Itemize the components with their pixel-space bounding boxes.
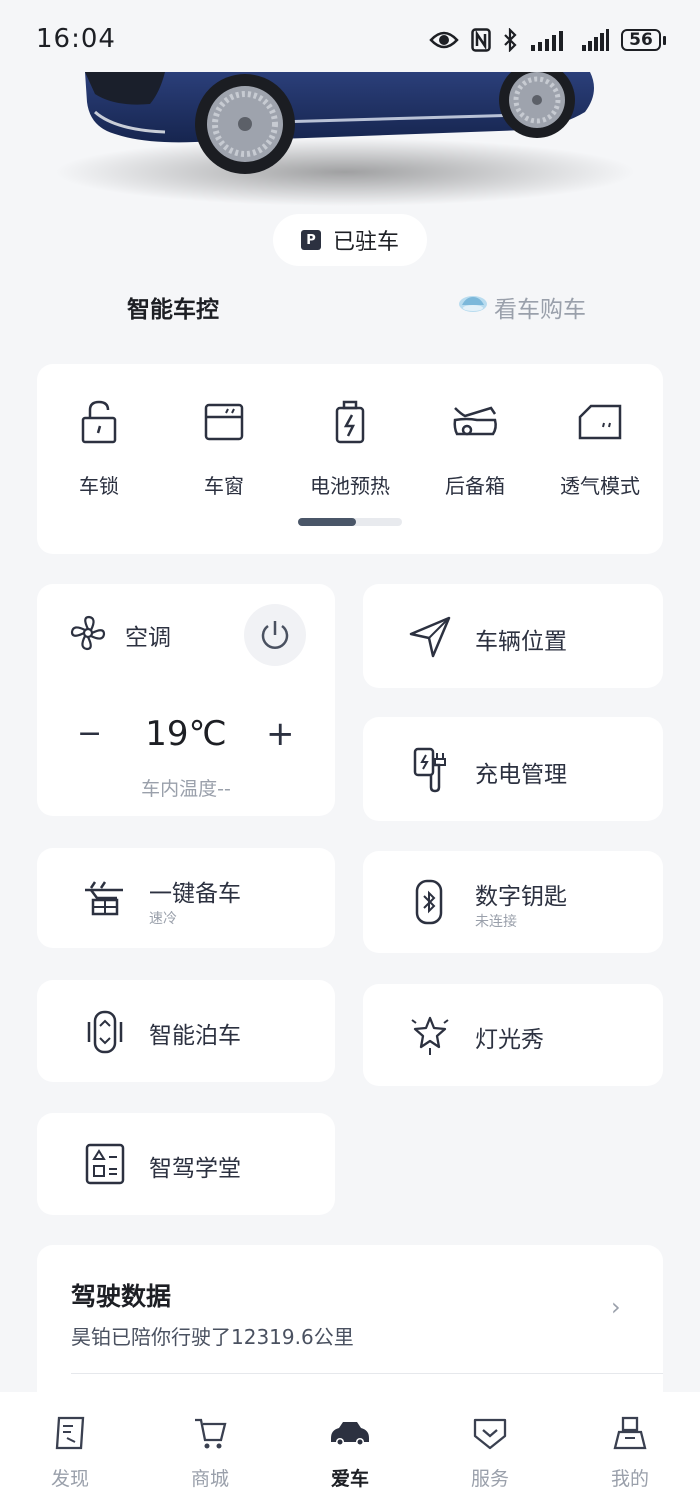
ventilation-icon [577, 394, 623, 450]
digital-key-status: 未连接 [475, 914, 517, 930]
charging-management-title: 充电管理 [475, 762, 567, 788]
battery-preheat-icon [334, 394, 366, 450]
parking-p-icon: P [300, 230, 321, 250]
quick-window[interactable]: 车窗 [169, 394, 279, 499]
power-icon [261, 621, 289, 649]
quick-label: 电池预热 [310, 474, 390, 498]
battery-tip [663, 35, 666, 45]
driving-data-description: 昊铂已陪你行驶了12319.6公里 [71, 1325, 354, 1349]
quick-controls-card: 车锁 车窗 电池预热 后备箱 透气模式 [37, 364, 663, 554]
window-icon [204, 394, 244, 450]
ac-title: 空调 [125, 625, 171, 651]
signal-2-icon [581, 29, 609, 51]
cabin-temperature: 车内温度-- [141, 778, 231, 800]
bluetooth-icon [503, 28, 517, 52]
eye-icon [429, 29, 459, 51]
lock-icon [79, 394, 119, 450]
quick-scroll-thumb [298, 518, 357, 526]
car-prep-icon [83, 878, 125, 922]
quick-label: 车窗 [204, 474, 244, 498]
profile-icon [613, 1416, 647, 1450]
quick-label: 车锁 [79, 474, 119, 498]
battery-indicator: 56 [621, 29, 666, 51]
charging-management-tile[interactable]: 充电管理 [363, 717, 663, 821]
quick-trunk[interactable]: 后备箱 [420, 394, 530, 499]
tab-smart-control[interactable]: 智能车控 [127, 290, 219, 324]
discover-icon [55, 1416, 85, 1450]
digital-key-bluetooth-icon [415, 879, 443, 929]
quick-lock[interactable]: 车锁 [44, 394, 154, 499]
car-view-icon [458, 293, 488, 321]
smart-parking-tile[interactable]: 智能泊车 [37, 980, 335, 1082]
light-show-title: 灯光秀 [475, 1027, 544, 1053]
quick-ventilation[interactable]: 透气模式 [545, 394, 655, 499]
chevron-right-icon[interactable]: › [611, 1293, 621, 1321]
status-icons: 56 [429, 26, 666, 54]
ac-power-button[interactable] [244, 604, 306, 666]
driving-academy-title: 智驾学堂 [149, 1156, 241, 1182]
smart-parking-icon [87, 1010, 123, 1058]
nav-profile[interactable]: 我的 [585, 1416, 675, 1491]
driving-data-title: 驾驶数据 [71, 1282, 172, 1311]
ac-temp-up-button[interactable]: + [266, 714, 295, 754]
charging-plug-icon [413, 747, 449, 797]
nav-label: 我的 [610, 1468, 649, 1490]
one-key-prep-subtitle: 速冷 [149, 911, 177, 927]
ac-card[interactable]: 空调 − 19℃ + 车内温度-- [37, 584, 335, 816]
nav-label: 爱车 [330, 1468, 369, 1490]
navigation-arrow-icon [409, 616, 451, 662]
tab-buy-car[interactable]: 看车购车 [458, 290, 586, 324]
academy-icon [85, 1143, 125, 1189]
quick-battery-preheat[interactable]: 电池预热 [295, 394, 405, 499]
nfc-icon [471, 28, 491, 52]
light-show-tile[interactable]: 灯光秀 [363, 984, 663, 1086]
vehicle-location-tile[interactable]: 车辆位置 [363, 584, 663, 688]
car-icon [331, 1422, 369, 1446]
nav-label: 服务 [470, 1468, 509, 1490]
one-key-prep-tile[interactable]: 一键备车 速冷 [37, 848, 335, 948]
digital-key-title: 数字钥匙 [475, 884, 567, 910]
tab-buy-label: 看车购车 [494, 297, 586, 323]
bottom-navigation: 发现 商城 爱车 服务 我的 [0, 1392, 700, 1511]
quick-label: 透气模式 [560, 474, 640, 498]
status-time: 16:04 [36, 24, 116, 54]
light-show-star-icon [409, 1012, 451, 1060]
fan-icon [69, 614, 107, 656]
nav-my-car[interactable]: 爱车 [305, 1416, 395, 1491]
nav-label: 商城 [190, 1468, 229, 1490]
quick-label: 后备箱 [445, 474, 505, 498]
parked-label: 已驻车 [332, 230, 399, 255]
parked-status-badge: P 已驻车 [273, 214, 427, 266]
vehicle-location-title: 车辆位置 [475, 629, 567, 655]
driving-data-card[interactable]: 驾驶数据 昊铂已陪你行驶了12319.6公里 › [37, 1245, 663, 1415]
battery-level: 56 [621, 29, 661, 51]
smart-parking-title: 智能泊车 [149, 1023, 241, 1049]
nav-label: 发现 [50, 1468, 89, 1490]
driving-academy-tile[interactable]: 智驾学堂 [37, 1113, 335, 1215]
nav-service[interactable]: 服务 [445, 1416, 535, 1491]
signal-1-icon [529, 29, 569, 51]
nav-shop[interactable]: 商城 [165, 1416, 255, 1491]
trunk-icon [451, 394, 499, 450]
one-key-prep-title: 一键备车 [149, 881, 241, 907]
service-icon [473, 1418, 507, 1450]
cart-icon [195, 1418, 227, 1449]
car-image[interactable] [55, 62, 645, 207]
quick-scroll-indicator [298, 518, 402, 526]
digital-key-tile[interactable]: 数字钥匙 未连接 [363, 851, 663, 953]
status-bar: 16:04 56 [0, 0, 700, 72]
driving-data-divider [71, 1373, 663, 1374]
nav-discover[interactable]: 发现 [25, 1416, 115, 1491]
